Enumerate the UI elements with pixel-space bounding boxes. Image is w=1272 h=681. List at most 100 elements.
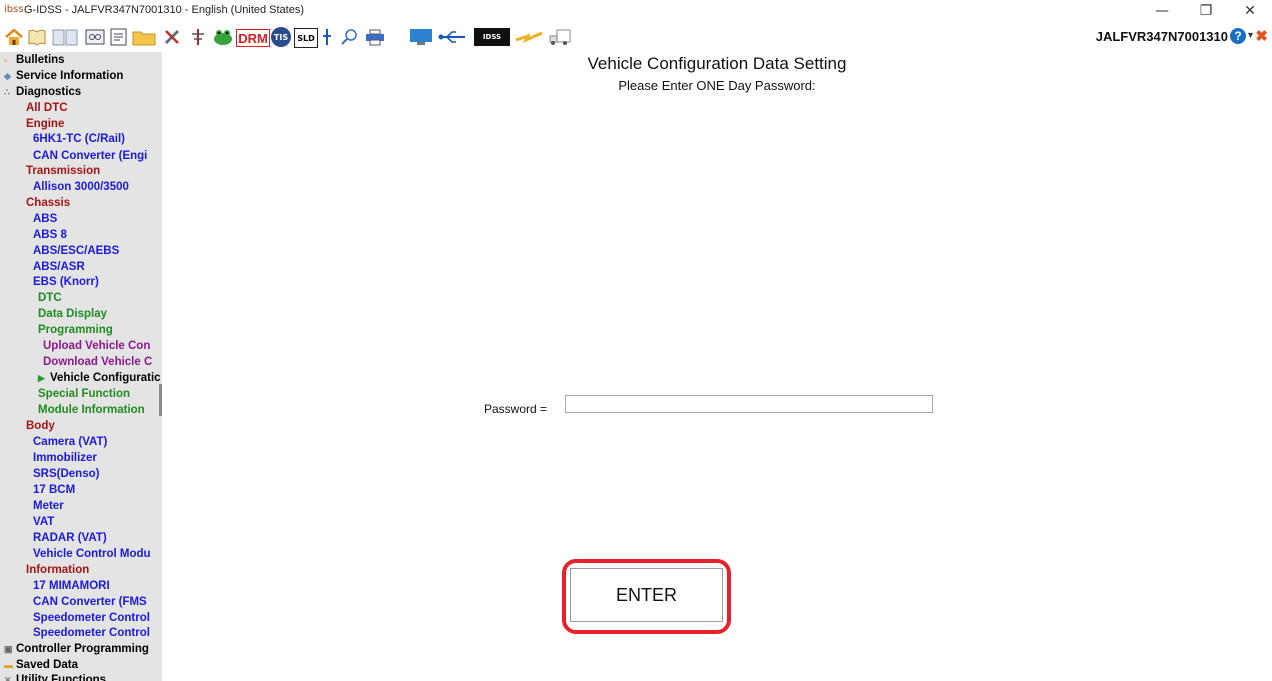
enter-button[interactable]: ENTER [570,568,723,622]
chevron-down-icon[interactable]: ▾ [1248,30,1253,41]
tree-item[interactable]: 17 MIMAMORI [33,578,110,594]
tree-item-label: Bulletins [16,54,65,66]
tree-item-label: Diagnostics [16,86,82,98]
tree-item[interactable]: Engine [26,116,64,132]
window-title: G-IDSS - JALFVR347N7001310 - English (Un… [24,4,305,16]
truck-icon[interactable] [548,27,572,47]
tree-item[interactable]: ∴ Diagnostics [4,84,81,100]
tree-item[interactable]: RADAR (VAT) [33,530,107,546]
splitter-handle[interactable] [159,384,162,416]
tree-item[interactable]: ▫ Bulletins [4,52,65,68]
password-label: Password = [484,402,548,416]
tree-item[interactable]: ◆ Service Information [4,68,123,84]
toolbar: DRM TIS SLD IDSS [0,22,1272,52]
tree-item[interactable]: Vehicle Control Modu [33,546,151,562]
tree-item-label: Service Information [16,70,124,82]
tree-item[interactable]: Immobilizer [33,450,97,466]
tree-item-label: 17 BCM [33,484,76,496]
password-input[interactable] [565,395,933,413]
tree-item[interactable]: ABS/ESC/AEBS [33,243,119,259]
diagnostics-icon: ∴ [4,87,10,97]
tree-item[interactable]: ▣ Controller Programming [4,641,149,657]
tree-item-label: ABS/ESC/AEBS [33,245,120,257]
info-icon: ◆ [4,71,11,81]
tools-icon[interactable] [162,27,184,47]
tree-item-label: Module Information [38,404,145,416]
tree-item[interactable]: ✕ Utility Functions [4,672,106,681]
page-subtitle: Please Enter ONE Day Password: [618,78,816,93]
tree-item[interactable]: Upload Vehicle Con [43,338,150,354]
tree-item[interactable]: ▬ Saved Data [4,657,78,673]
tree-item-label: Vehicle Configuratic [50,372,161,384]
exit-icon[interactable]: ✖ [1255,27,1268,45]
tree-item[interactable]: Speedometer Control [33,610,150,626]
tree-item[interactable]: CAN Converter (FMS [33,594,147,610]
tree-item[interactable]: SRS(Denso) [33,466,99,482]
tree-item[interactable]: ABS 8 [33,227,67,243]
bulletin-icon: ▫ [4,55,8,65]
usb-icon[interactable] [438,27,468,47]
tis-icon[interactable]: TIS [271,27,291,47]
tree-item-label: 6HK1-TC (C/Rail) [33,133,126,145]
tree-item[interactable]: Module Information [38,402,145,418]
close-button[interactable]: ✕ [1228,0,1272,22]
connector-icon[interactable] [84,27,106,47]
tree-item-label: Body [26,420,55,432]
tree-item[interactable]: ABS/ASR [33,259,85,275]
drm-icon[interactable]: DRM [236,29,270,47]
tree-item[interactable]: DTC [38,290,62,306]
tree-item[interactable]: Download Vehicle C [43,354,152,370]
tree-item[interactable]: EBS (Knorr) [33,274,99,290]
home-icon[interactable] [4,27,24,47]
book-icon[interactable] [27,27,47,47]
tree-item[interactable]: ABS [33,211,57,227]
tree-item[interactable]: Meter [33,498,64,514]
restore-button[interactable]: ❐ [1184,0,1228,22]
tree-item-label: Saved Data [16,659,79,671]
tree-item-label: Transmission [26,165,101,177]
tree-item-label: Controller Programming [16,643,149,655]
tree-item-label: Engine [26,118,65,130]
minimize-button[interactable]: — [1140,0,1184,22]
print-icon[interactable] [364,27,386,47]
tree-item[interactable]: Allison 3000/3500 [33,179,129,195]
idss-device-icon[interactable]: IDSS [474,28,510,46]
tree-item[interactable]: Programming [38,322,113,338]
tree-item[interactable]: Chassis [26,195,70,211]
tree-item[interactable]: Transmission [26,163,100,179]
tree-item[interactable]: Body [26,418,55,434]
search-icon[interactable] [340,27,360,47]
tree-item-label: RADAR (VAT) [33,532,107,544]
title-bar: ibss G-IDSS - JALFVR347N7001310 - Englis… [0,0,1272,22]
tree-item[interactable]: Camera (VAT) [33,434,107,450]
tree-item[interactable]: ▶ Vehicle Configuratic [38,370,161,386]
book-icon[interactable] [50,27,80,47]
tree-item-label: 17 MIMAMORI [33,580,110,592]
tree-item-label: CAN Converter (Engi [33,150,148,162]
frog-icon[interactable] [212,27,234,47]
lightning-icon[interactable] [514,27,544,47]
document-icon[interactable] [108,27,130,47]
folder-icon[interactable] [132,27,156,47]
tree-item[interactable]: Special Function [38,386,130,402]
tree-item[interactable]: 6HK1-TC (C/Rail) [33,131,125,147]
tree-item-label: Programming [38,324,113,336]
tree-item[interactable]: VAT [33,514,54,530]
tree-item-label: Meter [33,500,64,512]
tree-item[interactable]: Speedometer Control [33,625,150,641]
folder-icon: ▬ [4,660,13,670]
tree-item-label: Camera (VAT) [33,436,108,448]
tree-item[interactable]: CAN Converter (Engi [33,148,147,164]
probe-icon[interactable] [188,27,208,47]
tree-item-label: Immobilizer [33,452,97,464]
tree-item-label: ABS [33,213,58,225]
monitor-icon[interactable] [408,27,434,47]
tree-item[interactable]: Information [26,562,89,578]
app-icon: ibss [4,4,24,15]
pin-icon[interactable] [320,27,334,47]
tree-item[interactable]: All DTC [26,100,68,116]
tree-item[interactable]: Data Display [38,306,107,322]
sld-icon[interactable]: SLD [294,28,318,48]
help-icon[interactable]: ? [1230,28,1246,44]
tree-item[interactable]: 17 BCM [33,482,75,498]
